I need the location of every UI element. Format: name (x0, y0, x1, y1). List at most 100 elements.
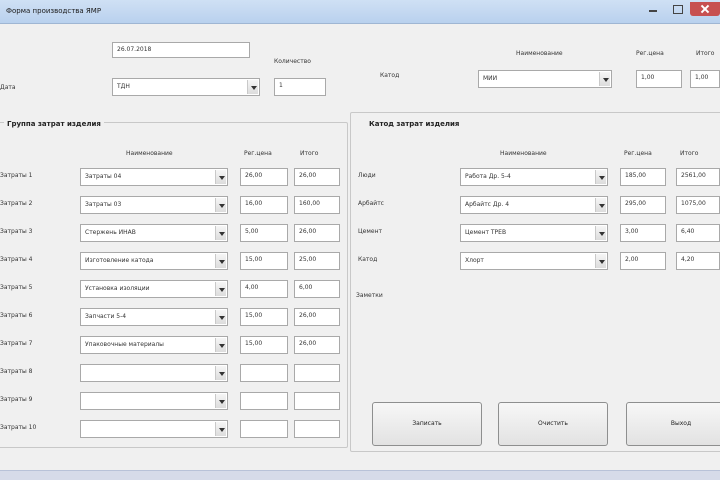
row-price-field[interactable] (240, 420, 288, 438)
chevron-down-icon (215, 254, 226, 268)
row-total-field[interactable]: 2561,00 (676, 168, 720, 186)
row-label: Затраты 2 (0, 200, 33, 207)
name-select-value: МИИ (483, 75, 498, 82)
row-label: Арбайтс (358, 200, 384, 207)
chevron-down-icon (215, 366, 226, 380)
row-item-select[interactable]: Упаковочные материалы (80, 336, 228, 354)
price-field[interactable]: 1,00 (636, 70, 682, 88)
chevron-down-icon (215, 170, 226, 184)
row-item-select[interactable]: Стержень ИНАВ (80, 224, 228, 242)
cathode-label: Катод (380, 72, 400, 79)
row-total-field[interactable]: 1075,00 (676, 196, 720, 214)
row-item-value: Установка изоляции (85, 285, 150, 292)
row-item-value: Работа Др. 5-4 (465, 173, 511, 180)
row-label: Затраты 8 (0, 368, 33, 375)
row-total-field[interactable] (294, 392, 340, 410)
chevron-down-icon (247, 80, 258, 94)
product-select-value: ТДН (117, 83, 130, 90)
row-price-field[interactable]: 15,00 (240, 336, 288, 354)
minimize-button[interactable] (642, 2, 664, 16)
row-price-field[interactable]: 3,00 (620, 224, 666, 242)
row-total-field[interactable]: 4,20 (676, 252, 720, 270)
row-item-select[interactable] (80, 392, 228, 410)
row-label: Затраты 5 (0, 284, 33, 291)
row-total-field[interactable]: 6,40 (676, 224, 720, 242)
row-item-value: Стержень ИНАВ (85, 229, 136, 236)
chevron-down-icon (215, 226, 226, 240)
row-price-field[interactable]: 4,00 (240, 280, 288, 298)
date-field[interactable]: 26.07.2018 (112, 42, 250, 58)
product-select[interactable]: ТДН (112, 78, 260, 96)
row-item-select[interactable]: Затраты 04 (80, 168, 228, 186)
row-item-value: Изготовление катода (85, 257, 154, 264)
right-col-total-header: Итого (680, 150, 699, 157)
row-price-field[interactable]: 295,00 (620, 196, 666, 214)
name-select[interactable]: МИИ (478, 70, 612, 88)
cost-group-right-title: Катод затрат изделия (366, 120, 463, 128)
row-label: Затраты 1 (0, 172, 33, 179)
right-col-price-header: Рег.цена (624, 150, 652, 157)
row-total-field[interactable]: 26,00 (294, 336, 340, 354)
title-bar: Форма производства ЯМР (0, 0, 720, 24)
row-item-select[interactable] (80, 420, 228, 438)
row-total-field[interactable]: 26,00 (294, 168, 340, 186)
row-item-value: Запчасти 5-4 (85, 313, 127, 320)
close-button[interactable] (690, 2, 720, 16)
chevron-down-icon (215, 338, 226, 352)
row-item-select[interactable]: Затраты 03 (80, 196, 228, 214)
total-column-label: Итого (696, 50, 715, 57)
chevron-down-icon (595, 170, 606, 184)
row-total-field[interactable]: 6,00 (294, 280, 340, 298)
row-label: Затраты 6 (0, 312, 33, 319)
row-price-field[interactable]: 5,00 (240, 224, 288, 242)
row-item-value: Хлорт (465, 257, 484, 264)
chevron-down-icon (215, 282, 226, 296)
row-label: Затраты 7 (0, 340, 33, 347)
row-total-field[interactable]: 25,00 (294, 252, 340, 270)
row-total-field[interactable]: 26,00 (294, 224, 340, 242)
row-item-select[interactable]: Арбайтс Др. 4 (460, 196, 608, 214)
chevron-down-icon (595, 198, 606, 212)
row-price-field[interactable]: 15,00 (240, 252, 288, 270)
date-label: Дата (0, 84, 16, 91)
chevron-down-icon (595, 254, 606, 268)
right-col-name-header: Наименование (500, 150, 547, 157)
cost-group-left-title: Группа затрат изделия (4, 120, 104, 128)
notes-area[interactable] (354, 302, 720, 398)
row-item-value: Затраты 04 (85, 173, 122, 180)
row-price-field[interactable]: 185,00 (620, 168, 666, 186)
row-item-value: Цемент ТРЕВ (465, 229, 507, 236)
exit-button[interactable]: Выход (626, 402, 720, 446)
cost-group-right (350, 112, 720, 452)
row-label: Затраты 10 (0, 424, 37, 431)
row-price-field[interactable]: 16,00 (240, 196, 288, 214)
row-item-select[interactable]: Запчасти 5-4 (80, 308, 228, 326)
row-total-field[interactable]: 26,00 (294, 308, 340, 326)
save-button[interactable]: Записать (372, 402, 482, 446)
row-item-select[interactable]: Изготовление катода (80, 252, 228, 270)
row-price-field[interactable]: 2,00 (620, 252, 666, 270)
chevron-down-icon (215, 310, 226, 324)
row-price-field[interactable] (240, 364, 288, 382)
row-item-value: Арбайтс Др. 4 (465, 201, 510, 208)
left-col-total-header: Итого (300, 150, 319, 157)
name-column-label: Наименование (516, 50, 563, 57)
row-item-select[interactable]: Хлорт (460, 252, 608, 270)
row-price-field[interactable]: 26,00 (240, 168, 288, 186)
row-total-field[interactable]: 160,00 (294, 196, 340, 214)
row-item-select[interactable] (80, 364, 228, 382)
quantity-field[interactable]: 1 (274, 78, 326, 96)
row-item-select[interactable]: Цемент ТРЕВ (460, 224, 608, 242)
clear-button[interactable]: Очистить (498, 402, 608, 446)
row-price-field[interactable] (240, 392, 288, 410)
chevron-down-icon (215, 422, 226, 436)
row-total-field[interactable] (294, 420, 340, 438)
left-col-price-header: Рег.цена (244, 150, 272, 157)
row-label: Затраты 9 (0, 396, 33, 403)
row-total-field[interactable] (294, 364, 340, 382)
total-field[interactable]: 1,00 (690, 70, 720, 88)
row-item-select[interactable]: Работа Др. 5-4 (460, 168, 608, 186)
row-item-select[interactable]: Установка изоляции (80, 280, 228, 298)
row-price-field[interactable]: 15,00 (240, 308, 288, 326)
maximize-button[interactable] (666, 2, 688, 16)
